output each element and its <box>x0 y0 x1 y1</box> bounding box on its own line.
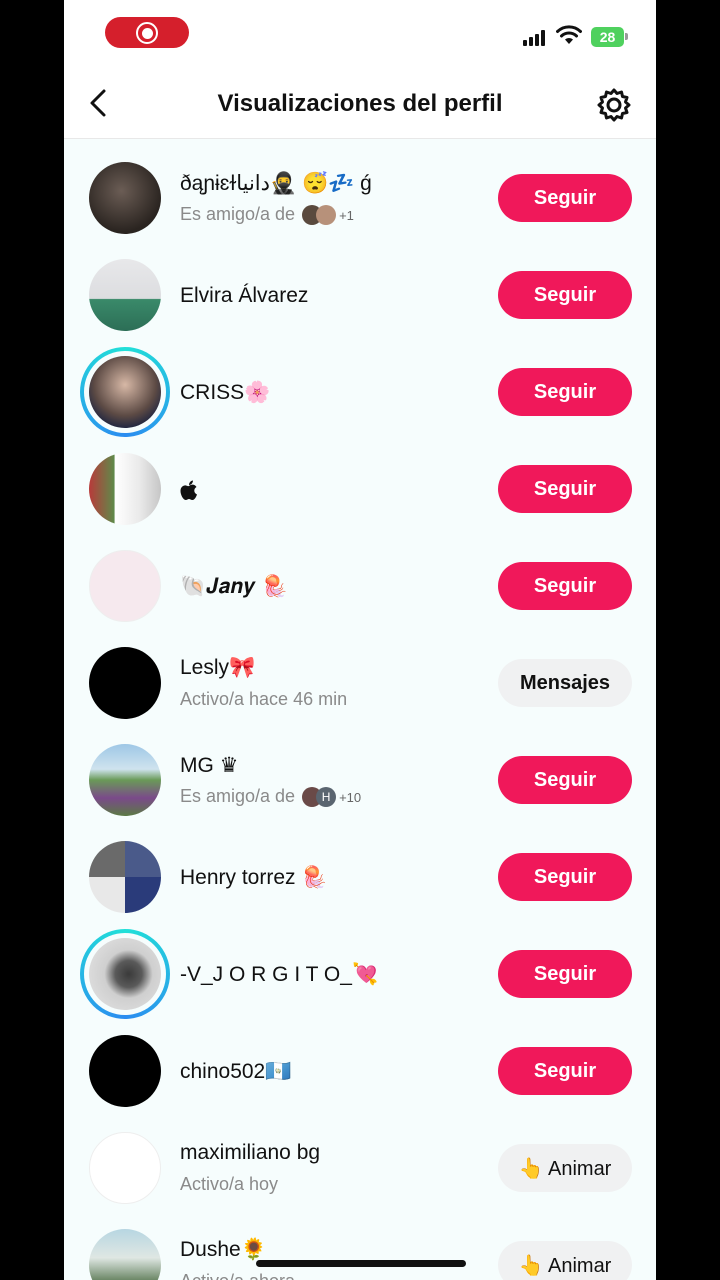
avatar[interactable] <box>89 356 161 428</box>
list-item[interactable]: Dushe🌻 Activo/a ahora 👆 Animar <box>64 1217 656 1280</box>
follow-button[interactable]: Seguir <box>498 1047 632 1095</box>
list-item[interactable]: 🐚𝑱𝒂𝒏𝒚 🪼 Seguir <box>64 538 656 635</box>
gear-icon[interactable] <box>596 87 632 123</box>
viewer-name: Elvira Álvarez <box>180 284 309 307</box>
avatar[interactable] <box>89 1229 161 1280</box>
follow-button[interactable]: Seguir <box>498 174 632 222</box>
battery-tip <box>625 33 628 40</box>
cellular-signal-icon <box>523 30 547 46</box>
list-item[interactable]: -V_J O R G I T O_💘 Seguir <box>64 926 656 1023</box>
viewer-subtitle: Activo/a hace 46 min <box>180 689 348 709</box>
viewer-name: Henry torrez 🪼 <box>180 866 328 889</box>
mutual-friends-text: Es amigo/a de <box>180 204 296 224</box>
avatar[interactable] <box>89 550 161 622</box>
list-item[interactable]: ðąɲɨɛɫدانيا🥷 😴💤 ǵ Es amigo/a de +1 Segui… <box>64 150 656 247</box>
follow-button[interactable]: Seguir <box>498 853 632 901</box>
list-item[interactable]: chino502🇬🇹 Seguir <box>64 1023 656 1120</box>
viewer-name: chino502🇬🇹 <box>180 1060 292 1083</box>
viewer-name: ðąɲɨɛɫدانيا🥷 😴💤 ǵ <box>180 172 372 195</box>
mutual-count: +10 <box>339 789 362 805</box>
list-item[interactable]: maximiliano bg Activo/a hoy 👆 Animar <box>64 1120 656 1217</box>
follow-button[interactable]: Seguir <box>498 368 632 416</box>
avatar[interactable] <box>89 259 161 331</box>
wave-button[interactable]: 👆 Animar <box>498 1144 632 1192</box>
mutual-count: +1 <box>339 207 354 223</box>
phone-screen: 28 Visualizaciones del perfil ðąɲɨɛɫداني… <box>64 0 656 1280</box>
home-indicator[interactable] <box>256 1260 466 1267</box>
avatar[interactable] <box>89 938 161 1010</box>
list-item[interactable]: Seguir <box>64 441 656 538</box>
mutual-friends-text: Es amigo/a de <box>180 786 296 806</box>
avatar[interactable] <box>89 1035 161 1107</box>
viewer-name: Lesly🎀 <box>180 656 256 679</box>
avatar[interactable] <box>89 841 161 913</box>
follow-button[interactable]: Seguir <box>498 465 632 513</box>
list-item[interactable]: CRISS🌸 Seguir <box>64 344 656 441</box>
wifi-icon <box>556 25 582 44</box>
viewer-name: MG ♛ <box>180 754 239 777</box>
viewer-name: -V_J O R G I T O_💘 <box>180 963 379 986</box>
viewer-subtitle: Es amigo/a de H +10 <box>180 786 362 808</box>
wave-button[interactable]: 👆 Animar <box>498 1241 632 1280</box>
viewer-name: Dushe🌻 <box>180 1238 267 1261</box>
screen-recording-indicator[interactable] <box>105 17 189 48</box>
viewer-subtitle: Activo/a hoy <box>180 1174 279 1194</box>
list-item[interactable]: MG ♛ Es amigo/a de H +10 Seguir <box>64 732 656 829</box>
follow-button[interactable]: Seguir <box>498 756 632 804</box>
navigation-bar: Visualizaciones del perfil <box>64 68 656 139</box>
viewer-subtitle: Activo/a ahora <box>180 1271 295 1280</box>
battery-indicator: 28 <box>591 27 624 47</box>
message-button[interactable]: Mensajes <box>498 659 632 707</box>
mutual-avatar <box>316 205 337 226</box>
follow-button[interactable]: Seguir <box>498 950 632 998</box>
apple-icon <box>180 480 197 501</box>
viewer-name: CRISS🌸 <box>180 381 271 404</box>
avatar[interactable] <box>89 647 161 719</box>
mutual-avatar: H <box>316 787 337 808</box>
viewer-name: 🐚𝑱𝒂𝒏𝒚 🪼 <box>180 575 288 598</box>
follow-button[interactable]: Seguir <box>498 562 632 610</box>
record-dot-icon <box>142 28 153 39</box>
avatar[interactable] <box>89 1132 161 1204</box>
list-item[interactable]: Henry torrez 🪼 Seguir <box>64 829 656 926</box>
list-item[interactable]: Lesly🎀 Activo/a hace 46 min Mensajes <box>64 635 656 732</box>
avatar[interactable] <box>89 453 161 525</box>
status-bar: 28 <box>64 0 656 68</box>
list-item[interactable]: Elvira Álvarez Seguir <box>64 247 656 344</box>
avatar[interactable] <box>89 744 161 816</box>
avatar[interactable] <box>89 162 161 234</box>
follow-button[interactable]: Seguir <box>498 271 632 319</box>
page-title: Visualizaciones del perfil <box>217 90 503 117</box>
viewer-subtitle: Es amigo/a de +1 <box>180 204 354 226</box>
viewer-name: maximiliano bg <box>180 1141 321 1164</box>
